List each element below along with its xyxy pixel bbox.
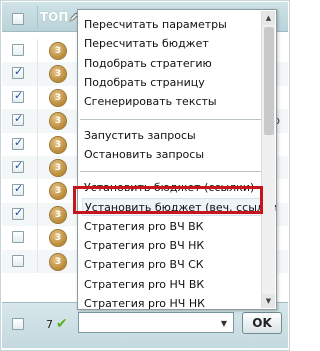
row-checkbox[interactable] <box>12 159 24 173</box>
menu-item[interactable]: Стратегия pro ВЧ ВК <box>82 218 262 236</box>
menu-divider <box>80 171 262 173</box>
row-checkbox[interactable] <box>12 136 24 150</box>
header-divider <box>37 6 38 28</box>
menu-item[interactable]: Стратегия pro НЧ ВК <box>82 276 262 294</box>
position-badge: 3 <box>50 113 66 130</box>
highlight-frame <box>73 186 263 214</box>
menu-item[interactable]: Стратегия pro ВЧ СК <box>82 256 262 274</box>
menu-item[interactable]: Пересчитать бюджет <box>82 35 262 53</box>
menu-item[interactable]: Пересчитать параметры <box>82 16 262 34</box>
menu-item[interactable]: Подобрать страницу <box>82 74 262 92</box>
checkmark-icon: ✔ <box>56 316 68 332</box>
position-badge: 3 <box>50 160 66 176</box>
scroll-thumb[interactable] <box>264 27 274 135</box>
row-divider <box>37 179 38 203</box>
row-divider <box>37 62 38 86</box>
menu-item[interactable]: Сгенерировать тексты <box>82 93 262 111</box>
position-badge: 3 <box>50 206 66 223</box>
row-divider <box>37 109 38 133</box>
menu-item[interactable]: Стратегия pro ВЧ НК <box>82 237 262 255</box>
row-checkbox[interactable] <box>12 182 24 197</box>
menu-item[interactable]: Остановить запросы <box>82 146 262 164</box>
menu-scrollbar[interactable]: ▲ ▼ <box>261 11 275 308</box>
row-checkbox[interactable] <box>12 112 24 127</box>
row-checkbox[interactable] <box>12 206 24 220</box>
row-divider <box>37 85 38 110</box>
select-all-checkbox[interactable] <box>12 13 24 25</box>
row-checkbox[interactable] <box>12 231 24 244</box>
position-badge: 3 <box>50 66 66 83</box>
row-divider <box>37 249 38 273</box>
bulk-action-dropdown: Пересчитать параметры Пересчитать бюджет П… <box>77 9 277 310</box>
menu-item[interactable]: Стратегия pro НЧ НК <box>82 295 262 309</box>
chevron-down-icon[interactable]: ▼ <box>221 319 227 328</box>
row-checkbox[interactable] <box>12 254 24 267</box>
selected-count: 7 <box>46 318 53 331</box>
row-checkbox[interactable] <box>12 89 24 103</box>
position-badge: 3 <box>50 183 66 200</box>
menu-divider <box>80 118 262 120</box>
menu-item[interactable]: Запустить запросы <box>82 127 262 145</box>
row-divider <box>37 39 38 63</box>
ok-button[interactable]: OK <box>242 312 282 334</box>
row-checkbox[interactable] <box>12 65 24 80</box>
position-badge: 3 <box>50 43 66 59</box>
row-divider <box>37 226 38 250</box>
menu-item[interactable]: Подобрать стратегию <box>82 55 262 73</box>
position-badge: 3 <box>50 230 66 247</box>
column-header-top[interactable]: ТОП <box>40 10 68 24</box>
row-divider <box>37 156 38 180</box>
row-divider <box>37 202 38 227</box>
bulk-action-select[interactable]: ▼ <box>78 312 234 333</box>
row-divider <box>37 132 38 156</box>
position-badge: 3 <box>50 136 66 153</box>
footer-checkbox[interactable] <box>12 318 24 330</box>
row-checkbox[interactable] <box>12 44 24 56</box>
position-badge: 3 <box>50 253 66 270</box>
position-badge: 3 <box>50 89 66 106</box>
scroll-down-icon[interactable]: ▼ <box>262 294 275 308</box>
scroll-up-icon[interactable]: ▲ <box>262 11 275 25</box>
